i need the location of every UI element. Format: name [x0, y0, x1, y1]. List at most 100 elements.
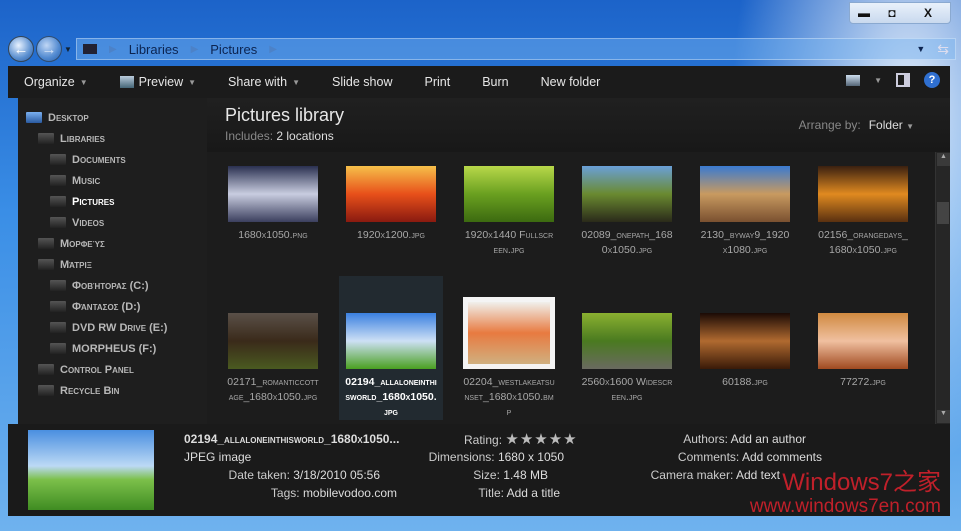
sidebar-item-control-panel[interactable]: Control Panel — [18, 359, 207, 380]
preview-pane-icon[interactable] — [896, 73, 910, 87]
scroll-down-button[interactable]: ▼ — [937, 410, 950, 423]
sidebar-item-documents[interactable]: Documents — [18, 149, 207, 170]
toolbar-print-button[interactable]: Print — [408, 75, 466, 89]
comments-label: Comments: — [677, 450, 740, 464]
sidebar-item-label: Φοβήτορας (C:) — [72, 279, 149, 292]
tags-value[interactable]: mobilevodoo.com — [303, 486, 397, 500]
chevron-down-icon: ▼ — [79, 77, 88, 87]
arrange-by-dropdown[interactable]: Folder — [869, 118, 903, 132]
file-item[interactable]: 1680x1050.png — [221, 152, 325, 272]
rating: Rating: ★★★★★ — [464, 430, 578, 448]
sidebar-item--[interactable]: Μορφεύς — [18, 233, 207, 254]
chevron-down-icon[interactable]: ▼ — [874, 76, 882, 85]
breadcrumb-separator-icon[interactable]: ▶ — [269, 44, 277, 55]
command-bar: Organize ▼ Preview ▼ Share with ▼ Slide show Pr… — [8, 66, 950, 98]
date-taken-value[interactable]: 3/18/2010 05:56 — [293, 468, 380, 482]
toolbar-preview-button[interactable]: Preview ▼ — [104, 75, 212, 89]
file-name: 1920x1200.jpg — [357, 229, 425, 241]
file-thumbnail — [228, 166, 318, 222]
refresh-icon[interactable]: ⇆ — [937, 41, 949, 58]
folder-icon — [50, 217, 66, 228]
file-name: 1920x1440 Fullscreen.jpg — [464, 229, 554, 256]
dimensions-value: 1680 x 1050 — [497, 450, 564, 464]
file-thumbnail — [582, 313, 672, 369]
file-item[interactable]: 02089_onepath_1680x1050.jpg — [575, 152, 679, 272]
address-bar[interactable]: ▶ Libraries ▶ Pictures ▶ ▼ ⇆ — [76, 38, 956, 60]
file-item[interactable]: 02156_orangedays_1680x1050.jpg — [811, 152, 915, 272]
toolbar-share-with-button[interactable]: Share with ▼ — [212, 75, 316, 89]
minimize-button[interactable]: ▬ — [850, 3, 878, 23]
authors-value[interactable]: Add an author — [731, 432, 806, 446]
scroll-up-button[interactable]: ▲ — [937, 153, 950, 166]
toolbar-label: Organize — [24, 75, 75, 89]
breadcrumb-pictures[interactable]: Pictures — [210, 42, 257, 57]
rating-stars[interactable]: ★★★★★ — [505, 431, 577, 448]
camera-maker-label: Camera maker: — [650, 468, 734, 482]
file-item[interactable]: 60188.jpg — [693, 276, 797, 420]
file-thumbnail — [818, 166, 908, 222]
close-button[interactable]: X — [906, 3, 950, 23]
file-item[interactable]: 2130_byway9_1920x1080.jpg — [693, 152, 797, 272]
folder-icon — [38, 238, 54, 249]
breadcrumb-separator-icon[interactable]: ▶ — [191, 44, 199, 55]
drive-icon — [50, 322, 66, 333]
sidebar-item-dvd-rw-drive-e-[interactable]: DVD RW Drive (E:) — [18, 317, 207, 338]
change-view-icon[interactable] — [846, 74, 861, 86]
sidebar-item-pictures[interactable]: Pictures — [18, 191, 207, 212]
toolbar-new-folder-button[interactable]: New folder — [525, 75, 617, 89]
title-value[interactable]: Add a title — [507, 486, 560, 500]
file-item[interactable]: 1920x1200.jpg — [339, 152, 443, 272]
sidebar-item-morpheus-f-[interactable]: MORPHEUS (F:) — [18, 338, 207, 359]
sidebar-item-label: Pictures — [72, 195, 115, 208]
authors-label: Authors: — [683, 432, 728, 446]
comments-value[interactable]: Add comments — [742, 450, 822, 464]
chevron-down-icon[interactable]: ▼ — [906, 122, 914, 131]
toolbar-slide-show-button[interactable]: Slide show — [316, 75, 408, 89]
sidebar-item-label: Μάτριξ — [60, 258, 92, 271]
sidebar-item-label: Libraries — [60, 132, 105, 145]
back-button[interactable]: ← — [8, 36, 34, 62]
file-item[interactable]: 02204_westlakeatsunset_1680x1050.bmp — [457, 276, 561, 420]
folder-icon — [50, 154, 66, 165]
file-item[interactable]: 1920x1440 Fullscreen.jpg — [457, 152, 561, 272]
scroll-thumb[interactable] — [937, 202, 949, 224]
title: Title: Add a title — [478, 486, 560, 500]
sidebar-item-label: Φάντασος (D:) — [72, 300, 141, 313]
file-item[interactable]: 77272.jpg — [811, 276, 915, 420]
details-filetype: JPEG image — [184, 450, 252, 464]
includes-locations-link[interactable]: 2 locations — [276, 129, 333, 143]
dimensions-label: Dimensions: — [428, 450, 495, 464]
sidebar-item--c-[interactable]: Φοβήτορας (C:) — [18, 275, 207, 296]
address-dropdown-icon[interactable]: ▼ — [916, 44, 925, 54]
desktop-icon — [26, 112, 42, 123]
sidebar-item-libraries[interactable]: Libraries — [18, 128, 207, 149]
sidebar-item-videos[interactable]: Videos — [18, 212, 207, 233]
sidebar-item-recycle-bin[interactable]: Recycle Bin — [18, 380, 207, 401]
folder-icon — [50, 175, 66, 186]
toolbar-organize-button[interactable]: Organize ▼ — [8, 75, 104, 89]
comments: Comments: Add comments — [678, 450, 822, 464]
sidebar-item-desktop[interactable]: Desktop — [18, 107, 207, 128]
forward-button[interactable]: → — [36, 36, 62, 62]
breadcrumb-separator-icon[interactable]: ▶ — [109, 44, 117, 55]
file-item[interactable]: 02171_romanticcottage_1680x1050.jpg — [221, 276, 325, 420]
recent-pages-chevron-icon[interactable]: ▼ — [64, 45, 72, 54]
sidebar-item--d-[interactable]: Φάντασος (D:) — [18, 296, 207, 317]
toolbar-label: Slide show — [332, 75, 393, 89]
folder-icon — [50, 196, 66, 207]
file-item[interactable]: 02194_allaloneinthisworld_1680x1050.jpg — [339, 276, 443, 420]
toolbar-label: New folder — [540, 75, 601, 89]
help-icon[interactable]: ? — [924, 72, 940, 88]
maximize-button[interactable]: ◘ — [878, 3, 906, 23]
sidebar-item-label: DVD RW Drive (E:) — [72, 321, 168, 334]
folder-icon — [83, 44, 97, 54]
file-name: 02204_westlakeatsunset_1680x1050.bmp — [463, 376, 555, 418]
vertical-scrollbar[interactable]: ▲ ▼ — [935, 152, 950, 424]
sidebar-item-music[interactable]: Music — [18, 170, 207, 191]
watermark-logo: Windows7之家 www.windows7en.com — [750, 470, 941, 518]
breadcrumb-libraries[interactable]: Libraries — [129, 42, 179, 57]
sidebar-item--[interactable]: Μάτριξ — [18, 254, 207, 275]
file-item[interactable]: 2560x1600 Widescreen.jpg — [575, 276, 679, 420]
toolbar-label: Share with — [228, 75, 288, 89]
toolbar-burn-button[interactable]: Burn — [466, 75, 524, 89]
